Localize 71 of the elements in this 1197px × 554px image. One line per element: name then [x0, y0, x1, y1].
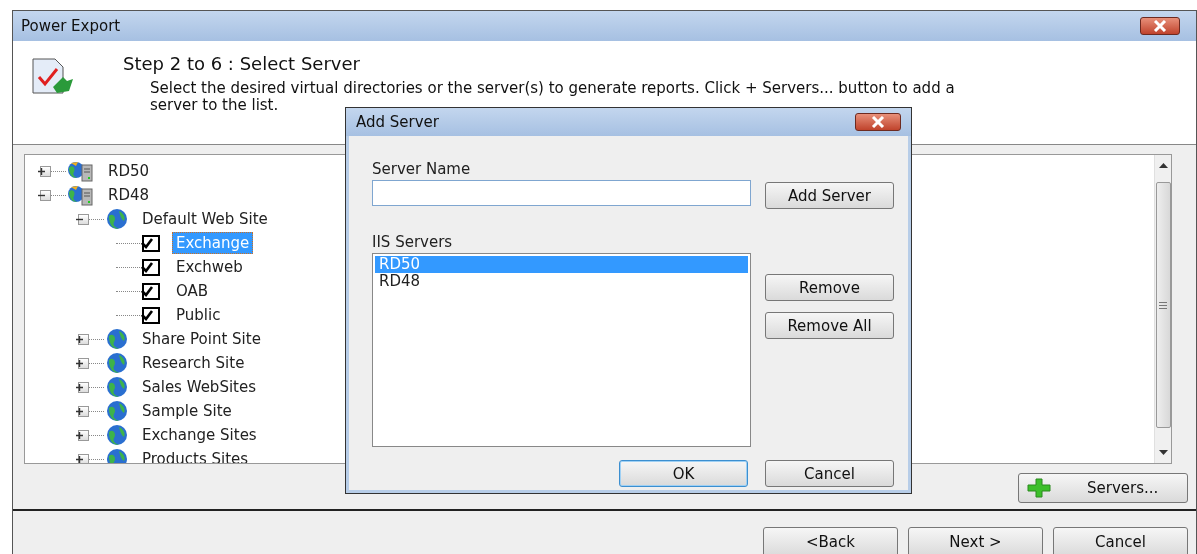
close-icon	[870, 116, 886, 128]
add-servers-button[interactable]: Servers...	[1018, 473, 1188, 503]
dialog-title: Add Server	[356, 113, 439, 131]
tree-item[interactable]: Default Web Site	[138, 208, 272, 230]
server-name-field[interactable]	[372, 180, 751, 206]
checkmark-icon	[140, 261, 154, 273]
remove-button[interactable]: Remove	[765, 274, 894, 301]
expand-toggle[interactable]	[78, 381, 89, 393]
tree-item[interactable]: RD48	[104, 184, 154, 206]
checkmark-icon	[140, 237, 154, 249]
tree-item[interactable]: Sample Site	[138, 400, 236, 422]
checkbox[interactable]	[142, 234, 160, 252]
tree-item[interactable]: Exchweb	[172, 256, 247, 278]
plus-icon	[75, 358, 84, 368]
scroll-up-icon[interactable]	[1158, 163, 1168, 168]
plus-icon	[75, 430, 84, 440]
checkbox[interactable]	[142, 258, 160, 276]
dialog-button[interactable]: OK	[619, 460, 748, 487]
checkbox[interactable]	[142, 282, 160, 300]
tree-item[interactable]: Research Site	[138, 352, 249, 374]
expand-toggle[interactable]	[78, 453, 89, 463]
iis-servers-label: IIS Servers	[372, 233, 454, 253]
dialog-button[interactable]: Cancel	[765, 460, 894, 487]
window-title: Power Export	[21, 17, 121, 35]
scroll-down-icon[interactable]	[1158, 450, 1168, 455]
expand-toggle[interactable]	[78, 333, 89, 345]
collapse-toggle[interactable]	[78, 213, 89, 225]
expand-toggle[interactable]	[78, 405, 89, 417]
scrollbar-thumb[interactable]	[1155, 182, 1171, 428]
tree-item[interactable]: Share Point Site	[138, 328, 265, 350]
step-title: Step 2 to 6 : Select Server	[123, 53, 361, 74]
tree-item[interactable]: RD50	[104, 160, 154, 182]
server-globe-icon	[66, 160, 96, 182]
plus-icon	[1027, 478, 1051, 498]
add-server-button[interactable]: Add Server	[765, 182, 894, 209]
checkbox[interactable]	[142, 306, 160, 324]
checkmark-icon	[140, 309, 154, 321]
close-button[interactable]	[855, 113, 901, 131]
tree-item[interactable]: OAB	[172, 280, 213, 302]
globe-icon	[104, 424, 130, 446]
plus-icon	[75, 454, 84, 463]
plus-icon	[75, 406, 84, 416]
close-icon	[1152, 20, 1168, 32]
globe-icon	[104, 328, 130, 350]
close-button[interactable]	[1140, 17, 1180, 35]
tree-item[interactable]: Exchange Sites	[138, 424, 261, 446]
grip-icon	[1159, 301, 1167, 309]
wizard-button[interactable]: <Back	[763, 527, 898, 554]
collapse-toggle[interactable]	[40, 189, 51, 201]
wizard-button[interactable]: Next >	[908, 527, 1043, 554]
plus-icon	[37, 166, 46, 176]
server-name-label: Server Name	[372, 160, 472, 180]
vertical-scrollbar[interactable]	[1154, 155, 1171, 463]
expand-toggle[interactable]	[78, 429, 89, 441]
expand-toggle[interactable]	[78, 357, 89, 369]
document-check-icon	[31, 57, 75, 97]
globe-icon	[104, 400, 130, 422]
tree-item[interactable]: Public	[172, 304, 225, 326]
wizard-button[interactable]: Cancel	[1053, 527, 1188, 554]
step-description: Select the desired virtual directories or the server(s) to generate reports. Click + Servers... button to add a server to the list.	[150, 80, 956, 114]
plus-icon	[75, 334, 84, 344]
checkmark-icon	[140, 285, 154, 297]
globe-icon	[104, 208, 130, 230]
expand-toggle[interactable]	[40, 165, 51, 177]
remove-button[interactable]: Remove All	[765, 312, 894, 339]
globe-icon	[104, 376, 130, 398]
server-globe-icon	[66, 184, 96, 206]
tree-item[interactable]: Sales WebSites	[138, 376, 260, 398]
plus-icon	[75, 382, 84, 392]
list-item[interactable]: RD48	[375, 273, 748, 290]
globe-icon	[104, 352, 130, 374]
